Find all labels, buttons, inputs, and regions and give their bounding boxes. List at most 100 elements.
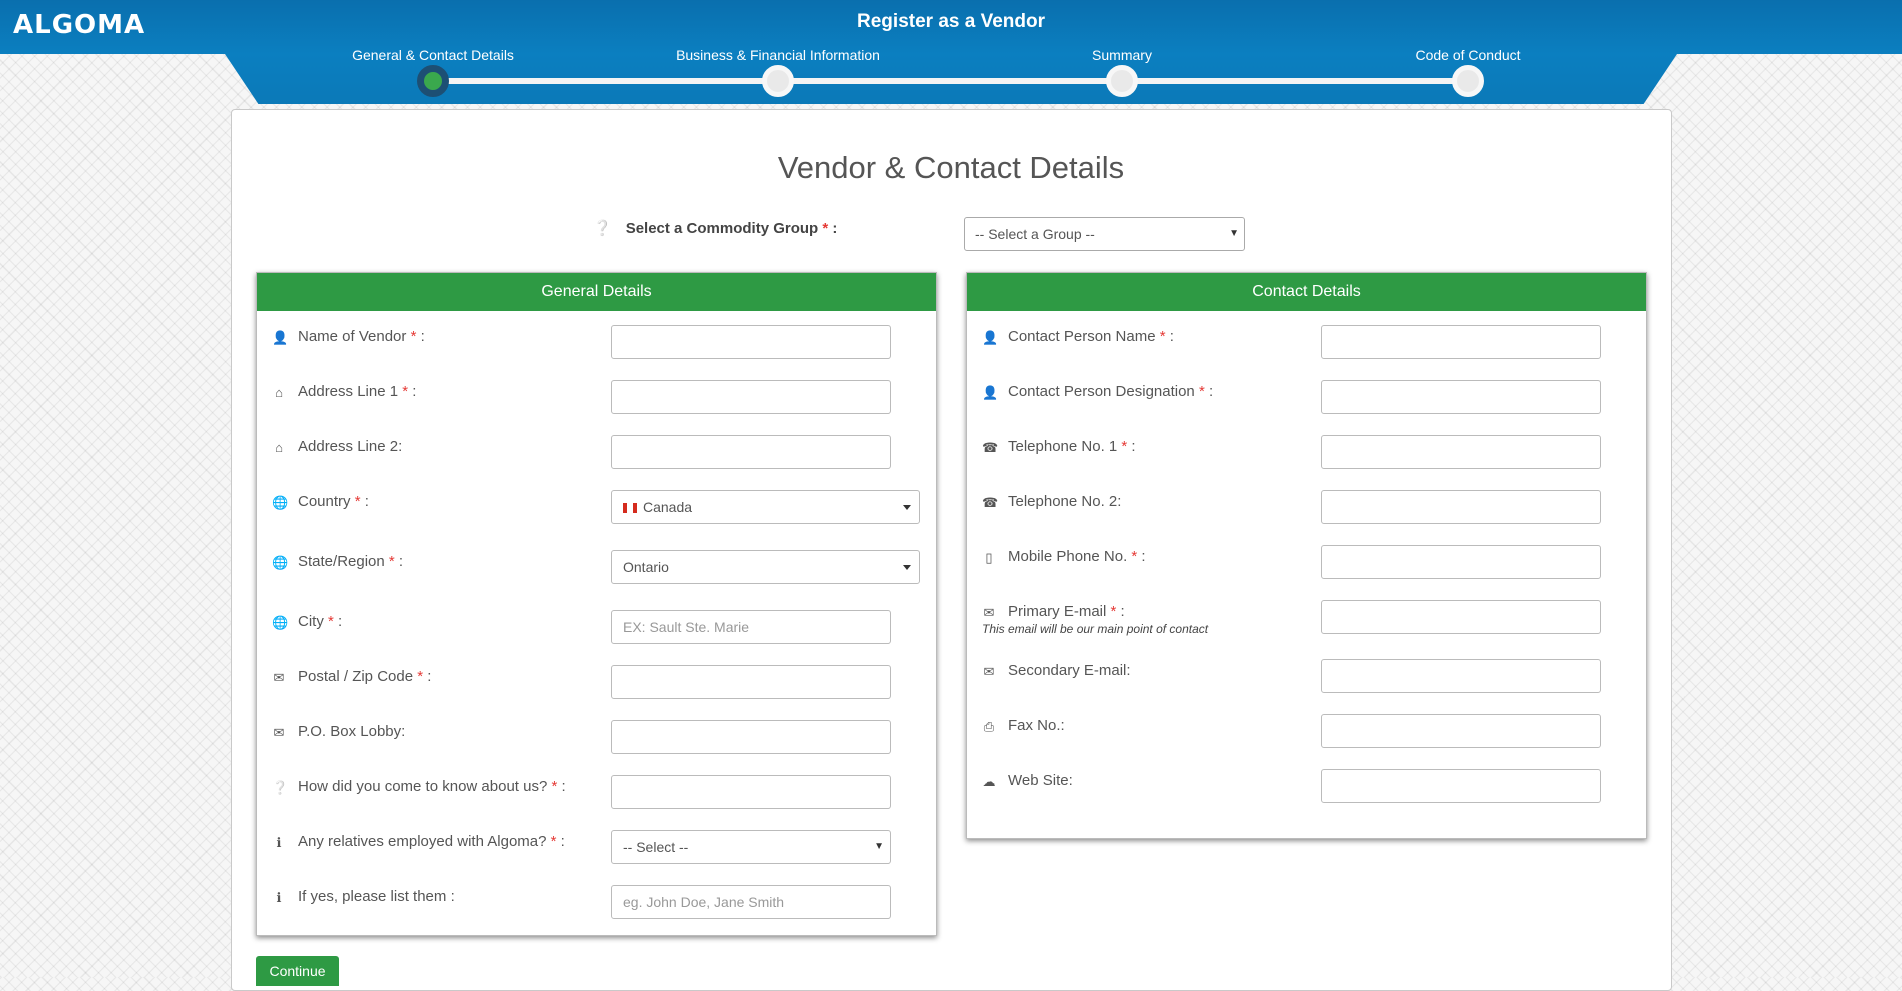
relatives-list-label: If yes, please list them : [298, 888, 455, 905]
label-suffix: : [832, 220, 838, 237]
page-heading: Register as a Vendor [857, 11, 1045, 32]
fax-label: Fax No.: [1008, 717, 1065, 734]
canada-flag-icon [623, 503, 637, 513]
country-label: Country [298, 493, 351, 510]
mobile-phone-input[interactable] [1321, 545, 1601, 579]
required-mark: * [1110, 603, 1117, 620]
website-label: Web Site: [1008, 772, 1073, 789]
website-input[interactable] [1321, 769, 1601, 803]
commodity-group-select[interactable]: -- Select a Group -- ▼ [964, 217, 1245, 251]
vendor-name-label: Name of Vendor [298, 328, 407, 345]
envelope-icon: ✉ [273, 670, 285, 685]
question-icon: ❔ [593, 220, 612, 237]
secondary-email-label: Secondary E-mail: [1008, 662, 1131, 679]
step-dot-summary[interactable] [1106, 65, 1138, 97]
info-icon: ℹ [276, 835, 282, 850]
state-region-value: Ontario [623, 559, 669, 575]
state-region-label: State/Region [298, 553, 385, 570]
home-icon: ⌂ [275, 440, 283, 455]
step-label-business-financial[interactable]: Business & Financial Information [676, 47, 880, 63]
required-mark: * [354, 493, 361, 510]
postal-code-input[interactable] [611, 665, 891, 699]
print-icon: ⎙ [983, 719, 995, 734]
mobile-icon: ▯ [985, 550, 993, 565]
primary-email-input[interactable] [1321, 600, 1601, 634]
envelope-icon: ✉ [983, 605, 995, 620]
po-box-input[interactable] [611, 720, 891, 754]
step-dot-general-contact[interactable] [417, 65, 449, 97]
form-title: Vendor & Contact Details [777, 150, 1125, 185]
address-line-2-input[interactable] [611, 435, 891, 469]
address-line-1-label: Address Line 1 [298, 383, 399, 400]
contact-details-header: Contact Details [967, 273, 1646, 311]
country-select[interactable]: Canada [611, 490, 920, 524]
dropdown-caret-icon [903, 565, 911, 570]
phone-icon: ☎ [982, 495, 999, 510]
dropdown-caret-icon [903, 505, 911, 510]
envelope-icon: ✉ [983, 664, 995, 679]
step-dot-code-of-conduct[interactable] [1452, 65, 1484, 97]
postal-code-label: Postal / Zip Code [298, 668, 414, 685]
step-label-code-of-conduct[interactable]: Code of Conduct [1415, 47, 1520, 63]
required-mark: * [550, 833, 557, 850]
country-value: Canada [643, 499, 693, 515]
user-icon: 👤 [982, 385, 999, 400]
relatives-employed-value: -- Select -- [623, 839, 689, 855]
contact-designation-input[interactable] [1321, 380, 1601, 414]
commodity-group-label: ❔ Select a Commodity Group * : [593, 219, 837, 237]
required-mark: * [551, 778, 558, 795]
step-label-summary[interactable]: Summary [1092, 47, 1152, 63]
contact-designation-label: Contact Person Designation [1008, 383, 1195, 400]
primary-email-note: This email will be our main point of con… [982, 622, 1209, 636]
required-mark: * [1198, 383, 1205, 400]
required-mark: * [328, 613, 334, 630]
mobile-phone-label: Mobile Phone No. [1008, 548, 1128, 565]
continue-button[interactable]: Continue [256, 956, 339, 986]
referral-source-label: How did you come to know about us? [298, 778, 548, 795]
globe-icon: 🌐 [272, 555, 289, 570]
required-mark: * [1121, 438, 1128, 455]
required-mark: * [1131, 548, 1138, 565]
question-icon: ❔ [272, 780, 289, 795]
telephone-2-input[interactable] [1321, 490, 1601, 524]
general-details-panel: General Details 👤 Name of Vendor * : ⌂ A… [256, 272, 937, 936]
telephone-1-label: Telephone No. 1 [1008, 438, 1118, 455]
phone-icon: ☎ [982, 440, 999, 455]
contact-details-panel: Contact Details 👤 Contact Person Name * … [966, 272, 1647, 839]
city-input[interactable]: EX: Sault Ste. Marie [611, 610, 891, 644]
progress-track [433, 78, 1468, 84]
step-label-general-contact[interactable]: General & Contact Details [352, 47, 514, 63]
relatives-list-input[interactable]: eg. John Doe, Jane Smith [611, 885, 891, 919]
step-dot-business-financial[interactable] [762, 65, 794, 97]
user-icon: 👤 [982, 330, 999, 345]
vendor-name-input[interactable] [611, 325, 891, 359]
cloud-icon: ☁ [982, 774, 996, 789]
envelope-icon: ✉ [273, 725, 285, 740]
address-line-1-input[interactable] [611, 380, 891, 414]
secondary-email-input[interactable] [1321, 659, 1601, 693]
required-mark: * [388, 553, 395, 570]
commodity-group-label-text: Select a Commodity Group [625, 220, 819, 237]
required-mark: * [402, 383, 409, 400]
po-box-label: P.O. Box Lobby: [298, 723, 406, 740]
required-mark: * [410, 328, 417, 345]
primary-email-label: Primary E-mail [1008, 603, 1107, 620]
commodity-group-value: -- Select a Group -- [975, 226, 1095, 242]
fax-input[interactable] [1321, 714, 1601, 748]
relatives-employed-select[interactable]: -- Select -- ▼ [611, 830, 891, 864]
globe-icon: 🌐 [272, 495, 289, 510]
state-region-select[interactable]: Ontario [611, 550, 920, 584]
telephone-1-input[interactable] [1321, 435, 1601, 469]
globe-icon: 🌐 [272, 615, 289, 630]
required-mark: * [417, 668, 424, 685]
user-icon: 👤 [272, 330, 289, 345]
relatives-employed-label: Any relatives employed with Algoma? [298, 833, 547, 850]
address-line-2-label: Address Line 2: [298, 438, 403, 455]
home-icon: ⌂ [275, 385, 283, 400]
referral-source-input[interactable] [611, 775, 891, 809]
city-label: City [298, 613, 324, 630]
contact-name-label: Contact Person Name [1008, 328, 1156, 345]
contact-name-input[interactable] [1321, 325, 1601, 359]
telephone-2-label: Telephone No. 2: [1008, 493, 1122, 510]
dropdown-arrow-icon: ▼ [1229, 228, 1239, 239]
